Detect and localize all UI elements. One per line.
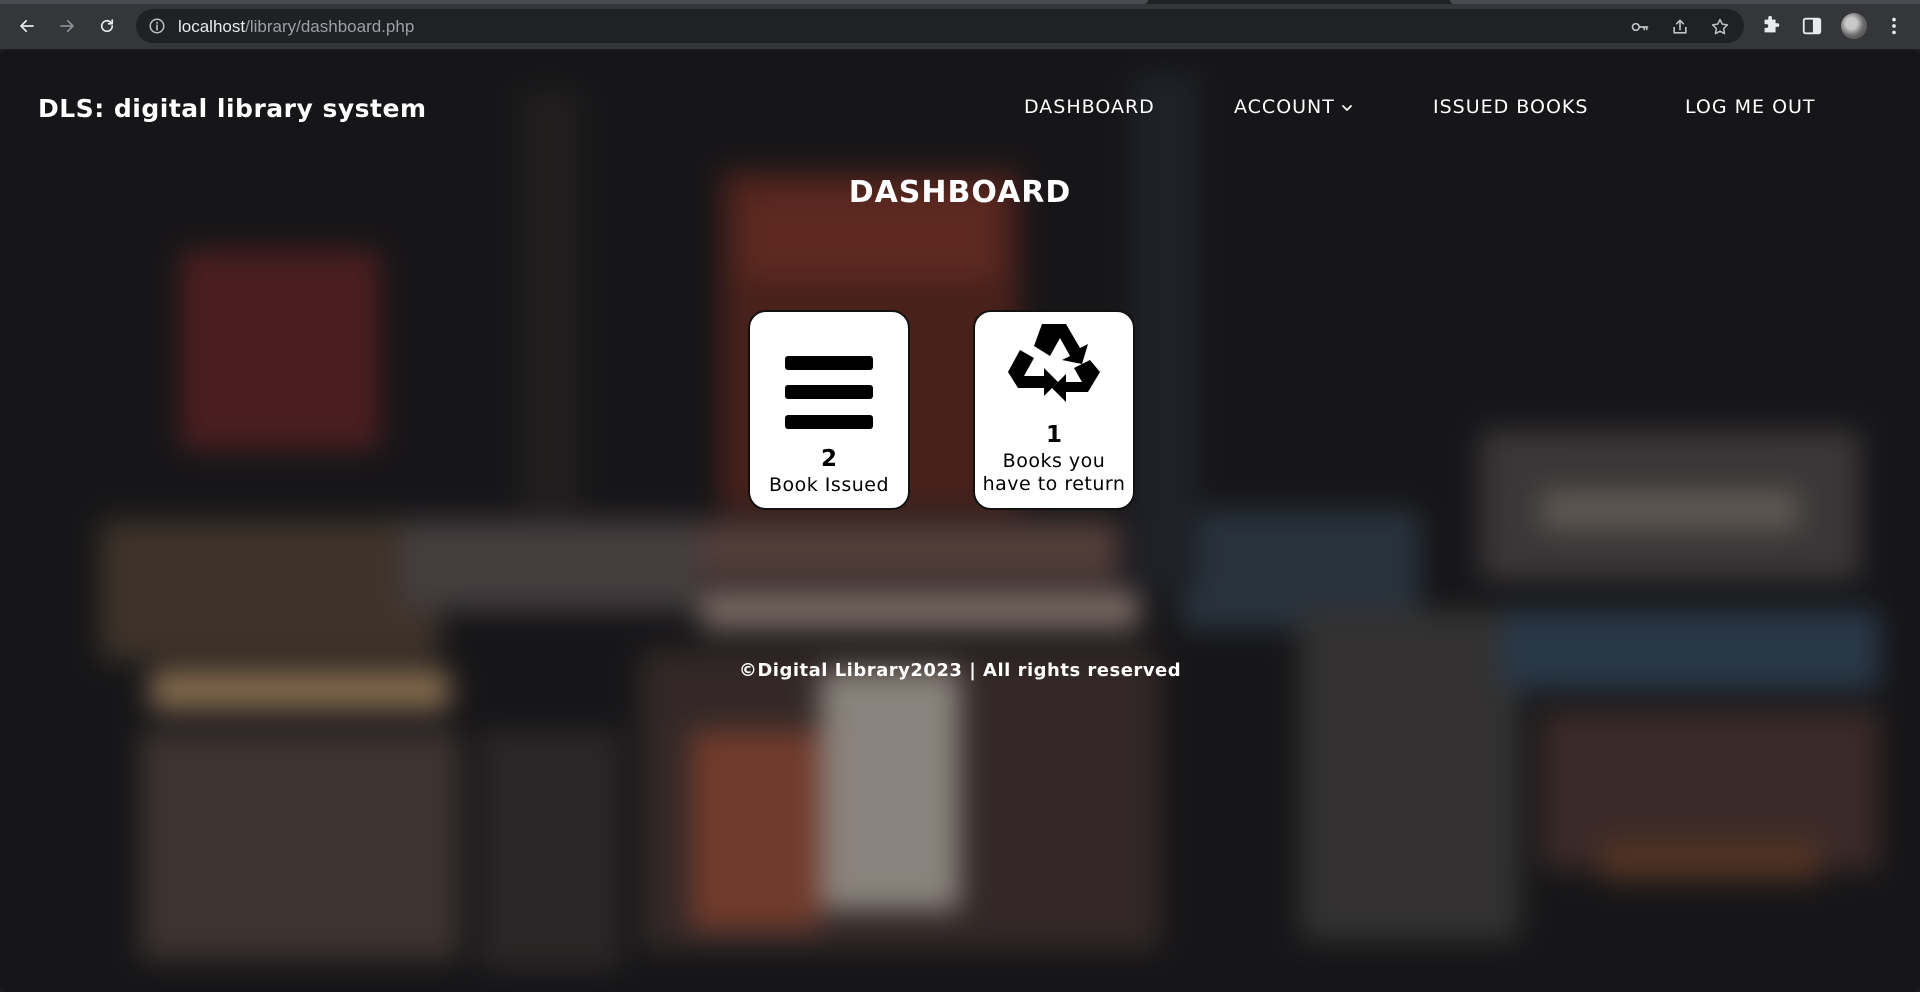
- book-issued-count: 2: [820, 446, 837, 472]
- menu-bars-icon: [750, 356, 908, 430]
- nav-account[interactable]: ACCOUNT: [1234, 96, 1353, 118]
- footer-copyright: ©Digital Library2023 | All rights reserv…: [738, 660, 1182, 681]
- books-to-return-count: 1: [1045, 422, 1062, 448]
- page-viewport: DLS: digital library system DASHBOARD AC…: [0, 50, 1920, 992]
- nav-logout[interactable]: LOG ME OUT: [1685, 96, 1816, 118]
- chevron-down-icon: [1341, 104, 1352, 111]
- tab-strip: [0, 0, 1920, 4]
- forward-button[interactable]: [52, 11, 82, 41]
- book-issued-label: Book Issued: [768, 474, 890, 496]
- nav-issued-books[interactable]: ISSUED BOOKS: [1433, 96, 1588, 118]
- books-to-return-card[interactable]: 1 Books you have to return: [973, 310, 1135, 510]
- bookmark-star-icon[interactable]: [1710, 17, 1730, 37]
- extensions-puzzle-icon[interactable]: [1760, 15, 1782, 37]
- arrow-right-icon: [60, 19, 74, 33]
- share-icon[interactable]: [1670, 17, 1690, 37]
- site-info-icon[interactable]: [148, 17, 166, 35]
- address-bar[interactable]: localhost/library/dashboard.php: [136, 9, 1744, 43]
- profile-avatar[interactable]: [1841, 13, 1867, 39]
- nav-account-label: ACCOUNT: [1234, 96, 1335, 118]
- book-issued-card[interactable]: 2 Book Issued: [748, 310, 910, 510]
- reload-icon: [100, 19, 114, 33]
- books-to-return-label-line2: have to return: [982, 473, 1126, 495]
- side-panel-icon[interactable]: [1801, 15, 1823, 37]
- books-to-return-label-line1: Books you: [1002, 450, 1106, 472]
- recycle-icon: [975, 320, 1133, 414]
- reload-button[interactable]: [92, 11, 122, 41]
- more-menu-icon[interactable]: [1883, 15, 1905, 37]
- back-button[interactable]: [12, 11, 42, 41]
- top-navigation: DASHBOARD ACCOUNT ISSUED BOOKS LOG ME OU…: [0, 96, 1920, 126]
- page-title: DASHBOARD: [848, 175, 1072, 210]
- url-path: /library/dashboard.php: [245, 17, 415, 36]
- key-icon[interactable]: [1630, 17, 1650, 37]
- nav-dashboard[interactable]: DASHBOARD: [1024, 96, 1155, 118]
- url-text[interactable]: localhost/library/dashboard.php: [178, 17, 414, 37]
- browser-toolbar: localhost/library/dashboard.php: [0, 0, 1920, 50]
- arrow-left-icon: [20, 19, 34, 33]
- url-host: localhost: [178, 17, 246, 36]
